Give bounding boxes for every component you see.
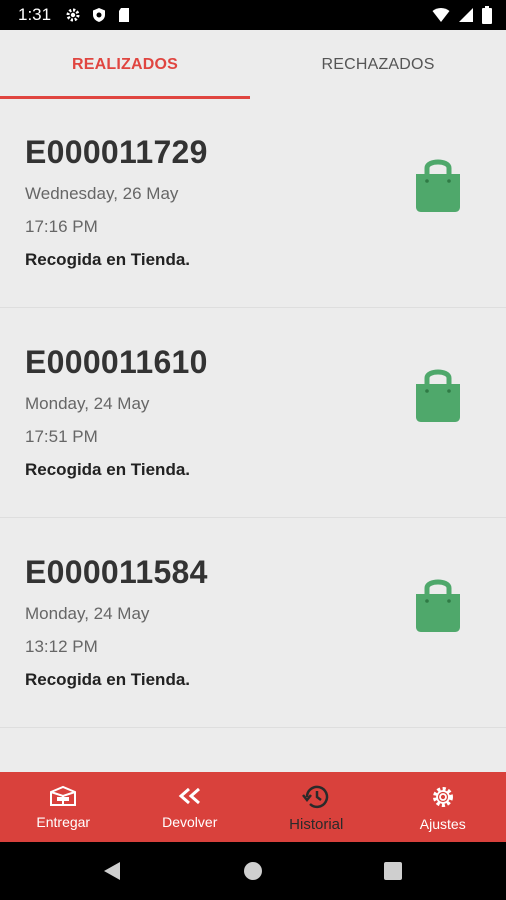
order-card[interactable]: E000011584 Monday, 24 May 13:12 PM Recog… xyxy=(0,520,506,728)
order-time: 17:51 PM xyxy=(25,427,98,446)
nav-label-ajustes: Ajustes xyxy=(419,816,466,832)
tab-bar: REALIZADOS RECHAZADOS xyxy=(0,30,506,100)
system-nav-bar xyxy=(0,842,506,900)
bottom-nav: Entregar Devolver Historial Ajustes xyxy=(0,772,506,842)
order-code: E000011729 xyxy=(25,134,208,170)
battery-icon xyxy=(482,6,492,24)
order-code: E000011610 xyxy=(25,344,208,380)
order-time: 17:16 PM xyxy=(25,217,98,236)
wifi-icon xyxy=(432,8,450,22)
nav-label-entregar: Entregar xyxy=(36,814,91,830)
settings-notification-icon xyxy=(66,8,80,22)
back-icon[interactable] xyxy=(101,860,123,882)
order-card[interactable]: E000011729 Wednesday, 26 May 17:16 PM Re… xyxy=(0,100,506,308)
order-type: Recogida en Tienda. xyxy=(25,250,191,269)
home-icon[interactable] xyxy=(243,861,263,881)
tab-realizados[interactable]: REALIZADOS xyxy=(0,30,250,100)
status-bar: 1:31 xyxy=(0,0,506,30)
status-time: 1:31 xyxy=(18,5,52,24)
box-icon xyxy=(50,785,77,806)
nav-label-devolver: Devolver xyxy=(162,814,218,830)
order-date: Wednesday, 26 May xyxy=(25,184,179,203)
nav-entregar[interactable]: Entregar xyxy=(0,772,127,842)
order-card-partial[interactable] xyxy=(0,730,506,772)
order-date: Monday, 24 May xyxy=(25,394,150,413)
orders-list[interactable]: E000011729 Wednesday, 26 May 17:16 PM Re… xyxy=(0,100,506,772)
order-card[interactable]: E000011610 Monday, 24 May 17:51 PM Recog… xyxy=(0,310,506,518)
signal-icon xyxy=(459,8,473,22)
order-date: Monday, 24 May xyxy=(25,604,150,623)
history-icon xyxy=(302,785,329,809)
shopping-bag-icon xyxy=(416,369,460,422)
nav-label-historial: Historial xyxy=(289,816,344,833)
order-type: Recogida en Tienda. xyxy=(25,460,191,479)
status-icons-right xyxy=(432,6,492,24)
shield-notification-icon xyxy=(93,8,106,22)
order-code: E000011584 xyxy=(25,554,208,590)
screen: 1:31 REALIZADOS RECHAZADOS E000011729 We… xyxy=(0,0,506,900)
order-time: 13:12 PM xyxy=(25,637,98,656)
shopping-bag-icon xyxy=(416,579,460,632)
order-type: Recogida en Tienda. xyxy=(25,670,191,689)
status-icons-left xyxy=(65,7,131,23)
recents-icon[interactable] xyxy=(384,862,402,880)
shopping-bag-icon xyxy=(416,159,460,212)
nav-devolver[interactable]: Devolver xyxy=(127,772,254,842)
tab-active-indicator xyxy=(0,96,250,99)
nav-historial[interactable]: Historial xyxy=(253,772,380,842)
tab-rechazados[interactable]: RECHAZADOS xyxy=(253,30,503,100)
sd-card-icon xyxy=(119,8,130,22)
double-chevron-left-icon xyxy=(178,787,200,805)
nav-ajustes[interactable]: Ajustes xyxy=(380,772,506,842)
gear-icon xyxy=(432,787,453,807)
